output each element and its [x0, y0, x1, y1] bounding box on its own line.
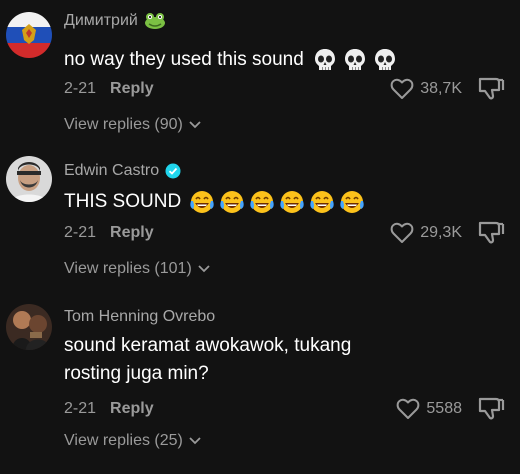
laughing-crying-icon [190, 191, 214, 213]
like-count: 5588 [426, 400, 462, 417]
laughing-crying-icon [310, 191, 334, 213]
like-button[interactable]: 38,7K [390, 78, 462, 100]
reply-button[interactable]: Reply [110, 400, 154, 418]
view-replies-label: View replies (101) [64, 260, 192, 277]
comment-text-line: sound keramat awokawok, tukang [64, 335, 352, 356]
avatar[interactable] [6, 304, 52, 350]
view-replies-button[interactable]: View replies (101) [64, 260, 210, 278]
heart-icon [397, 398, 420, 419]
skull-icon [374, 49, 395, 70]
comment-text-content: no way they used this sound [64, 49, 304, 70]
comment-meta: 2-21 Reply [64, 400, 154, 418]
dislike-button[interactable] [476, 76, 506, 102]
view-replies-label: View replies (25) [64, 432, 183, 449]
username-text: Edwin Castro [64, 162, 160, 179]
comment-text: THIS SOUND [64, 188, 464, 216]
comment-meta: 2-21 Reply [64, 224, 154, 242]
avatar[interactable] [6, 156, 52, 202]
laughing-crying-icon [250, 191, 274, 213]
thumbs-down-icon [478, 221, 505, 244]
like-count: 38,7K [420, 80, 462, 97]
heart-icon [390, 78, 414, 99]
emoji-group [312, 47, 398, 73]
comment-date: 2-21 [64, 80, 97, 97]
skull-icon [344, 49, 365, 70]
comment-meta: 2-21 Reply [64, 80, 154, 98]
view-replies-button[interactable]: View replies (25) [64, 432, 201, 450]
username[interactable]: Tom Henning Ovrebo [64, 308, 215, 326]
thumbs-down-icon [478, 397, 505, 420]
dislike-button[interactable] [476, 396, 506, 422]
comment-text-content: THIS SOUND [64, 191, 182, 212]
like-button[interactable]: 5588 [396, 398, 462, 420]
dislike-button[interactable] [476, 220, 506, 246]
chevron-down-icon [189, 121, 201, 129]
avatar[interactable] [6, 12, 52, 58]
username[interactable]: Edwin Castro [64, 162, 181, 180]
laughing-crying-icon [220, 191, 244, 213]
view-replies-label: View replies (90) [64, 116, 183, 133]
username-text: Димитрий [64, 12, 138, 29]
reply-button[interactable]: Reply [110, 80, 154, 98]
verified-badge-icon [165, 163, 181, 179]
chevron-down-icon [198, 265, 210, 273]
view-replies-button[interactable]: View replies (90) [64, 116, 201, 134]
comment-text: no way they used this sound [64, 46, 464, 74]
heart-icon [390, 222, 414, 243]
reply-button[interactable]: Reply [110, 224, 154, 242]
comment-text: sound keramat awokawok, tukang rosting j… [64, 332, 464, 388]
skull-icon [314, 49, 335, 70]
thumbs-down-icon [478, 77, 505, 100]
laughing-crying-icon [280, 191, 304, 213]
laughing-crying-icon [340, 191, 364, 213]
comment-date: 2-21 [64, 224, 97, 241]
comment-text-line: rosting juga min? [64, 363, 209, 384]
chevron-down-icon [189, 437, 201, 445]
like-button[interactable]: 29,3K [390, 222, 462, 244]
comment-date: 2-21 [64, 400, 97, 417]
like-count: 29,3K [420, 224, 462, 241]
emoji-group [189, 189, 365, 215]
comments-list: Димитрий no way they used this sound 2-2… [0, 0, 520, 474]
frog-icon [144, 13, 165, 29]
username[interactable]: Димитрий [64, 12, 166, 30]
username-text: Tom Henning Ovrebo [64, 308, 216, 325]
